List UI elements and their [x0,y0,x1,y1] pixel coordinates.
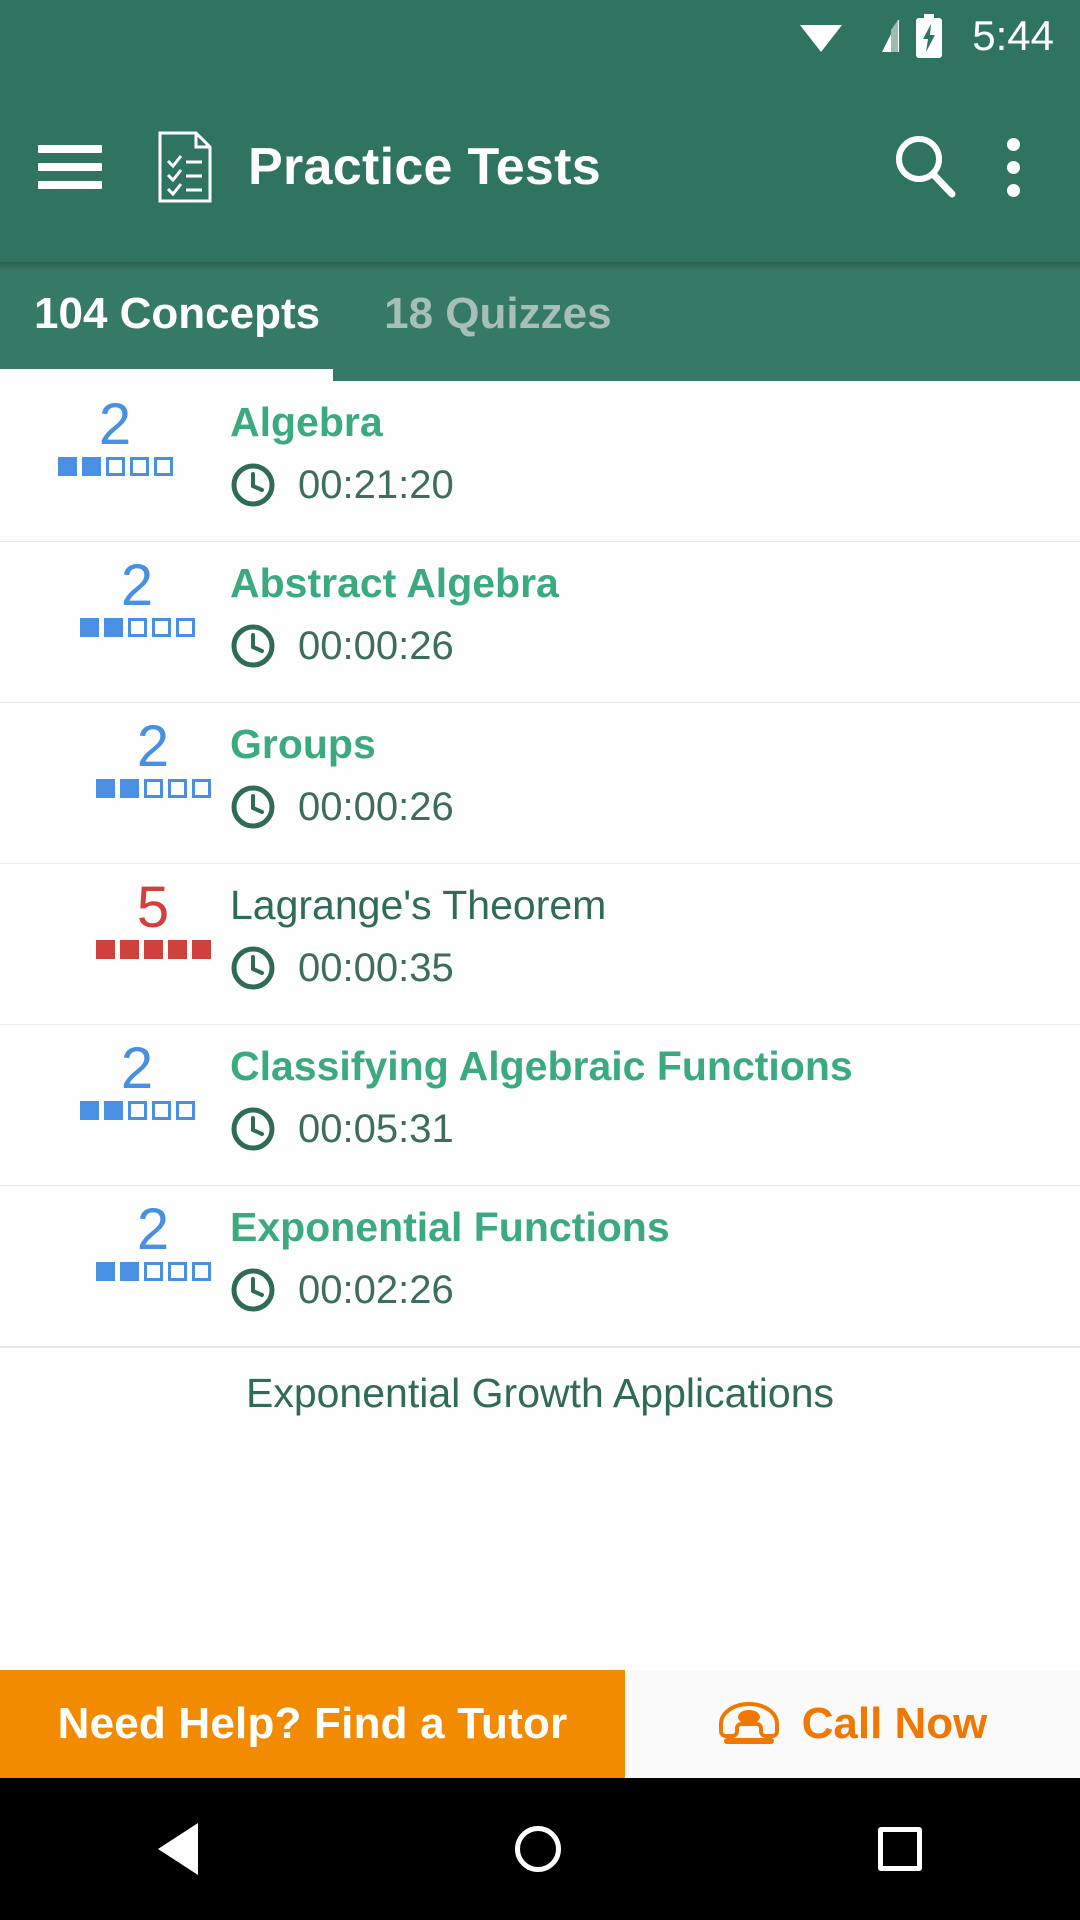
difficulty-number: 2 [120,1036,154,1101]
difficulty-number: 2 [98,392,132,457]
tab-selected-indicator [0,369,333,381]
list-item-title: Algebra [230,399,383,445]
list-item-title: Abstract Algebra [230,560,559,606]
clock-icon [230,1267,276,1313]
list-item-time-row: 00:00:26 [230,784,1080,830]
clock-icon [230,945,276,991]
list-item-body: Classifying Algebraic Functions 00:05:31 [230,1025,1080,1152]
list-item-body: Abstract Algebra 00:00:26 [230,542,1080,669]
list-item-body: Algebra 00:21:20 [230,381,1080,508]
find-tutor-label: Need Help? Find a Tutor [57,1699,568,1748]
page-title: Practice Tests [248,138,601,196]
list-item-time: 00:00:26 [298,624,454,669]
difficulty-blocks [95,779,211,799]
list-item[interactable]: 2 Abstract Algebra 00:00:26 [0,542,1080,703]
android-navigation-bar [0,1778,1080,1920]
search-icon[interactable] [888,130,962,204]
list-item-time-row: 00:21:20 [230,462,1080,508]
app-toolbar: Practice Tests [0,72,1080,262]
phone-icon [718,1700,780,1748]
difficulty-number: 2 [120,553,154,618]
list-item-body: Lagrange's Theorem 00:00:35 [230,864,1080,991]
tab-list: 104 Concepts 18 Quizzes [0,262,1080,381]
list-item[interactable]: Exponential Growth Applications [0,1347,1080,1465]
find-tutor-button[interactable]: Need Help? Find a Tutor [0,1670,625,1778]
back-triangle-icon[interactable] [158,1823,199,1875]
list-item-time-row: 00:00:35 [230,945,1080,991]
difficulty-badge: 2 [22,1025,252,1121]
difficulty-badge: 2 [22,542,252,638]
tutor-banner: Need Help? Find a Tutor Call Now [0,1670,1080,1778]
call-now-label: Call Now [801,1699,988,1748]
more-vertical-icon[interactable] [1002,130,1024,204]
list-item-time-row: 00:02:26 [230,1267,1080,1313]
list-item-time: 00:02:26 [298,1268,454,1313]
clock-icon [230,784,276,830]
list-item-title: Exponential Functions [230,1204,670,1250]
concepts-list: 2 Algebra 00:21:20 2 Abstract Algebra 00… [0,381,1080,1465]
battery-charging-icon [914,14,944,58]
hamburger-menu-icon[interactable] [34,137,106,197]
list-item-title: Exponential Growth Applications [245,1370,834,1416]
difficulty-number: 2 [136,1197,170,1262]
list-item-title: Groups [230,721,376,767]
list-item[interactable]: 2 Algebra 00:21:20 [0,381,1080,542]
clock-icon [230,1106,276,1152]
document-checklist-icon [156,131,214,203]
status-bar-icons: 5:44 [798,14,1054,58]
difficulty-blocks [79,1101,195,1121]
list-item-title: Classifying Algebraic Functions [230,1043,853,1089]
difficulty-blocks [95,940,211,960]
list-item-time-row: 00:00:26 [230,623,1080,669]
difficulty-number: 5 [136,875,170,940]
tab-concepts[interactable]: 104 Concepts [34,289,320,338]
list-item[interactable]: 2 Exponential Functions 00:02:26 [0,1186,1080,1347]
list-item-time: 00:00:35 [298,946,454,991]
clock-icon [230,462,276,508]
difficulty-blocks [95,1262,211,1282]
difficulty-badge: 2 [0,381,230,477]
list-item-title: Lagrange's Theorem [230,882,607,928]
clock-icon [230,623,276,669]
list-item-time: 00:05:31 [298,1107,454,1152]
home-circle-icon[interactable] [514,1826,561,1872]
difficulty-blocks [57,457,173,477]
difficulty-number: 2 [136,714,170,779]
list-item-time: 00:00:26 [298,785,454,830]
list-item[interactable]: 2 Groups 00:00:26 [0,703,1080,864]
app-screen: 5:44 Practice Tests 104 Concepts 18 Quiz… [0,0,1080,1920]
recents-square-icon[interactable] [877,1827,922,1871]
list-item-time: 00:21:20 [298,463,454,508]
wifi-icon [798,18,844,54]
list-item-body: Groups 00:00:26 [230,703,1080,830]
tab-quizzes[interactable]: 18 Quizzes [384,289,611,338]
list-item-time-row: 00:05:31 [230,1106,1080,1152]
list-item[interactable]: 2 Classifying Algebraic Functions 00:05:… [0,1025,1080,1186]
status-bar-clock: 5:44 [972,12,1054,59]
difficulty-blocks [79,618,195,638]
list-item[interactable]: 5 Lagrange's Theorem 00:00:35 [0,864,1080,1025]
call-now-button[interactable]: Call Now [625,1670,1080,1778]
tab-bar: 104 Concepts 18 Quizzes [0,262,1080,381]
signal-icon [858,18,900,54]
status-bar: 5:44 [0,0,1080,72]
list-item-body: Exponential Functions 00:02:26 [230,1186,1080,1313]
